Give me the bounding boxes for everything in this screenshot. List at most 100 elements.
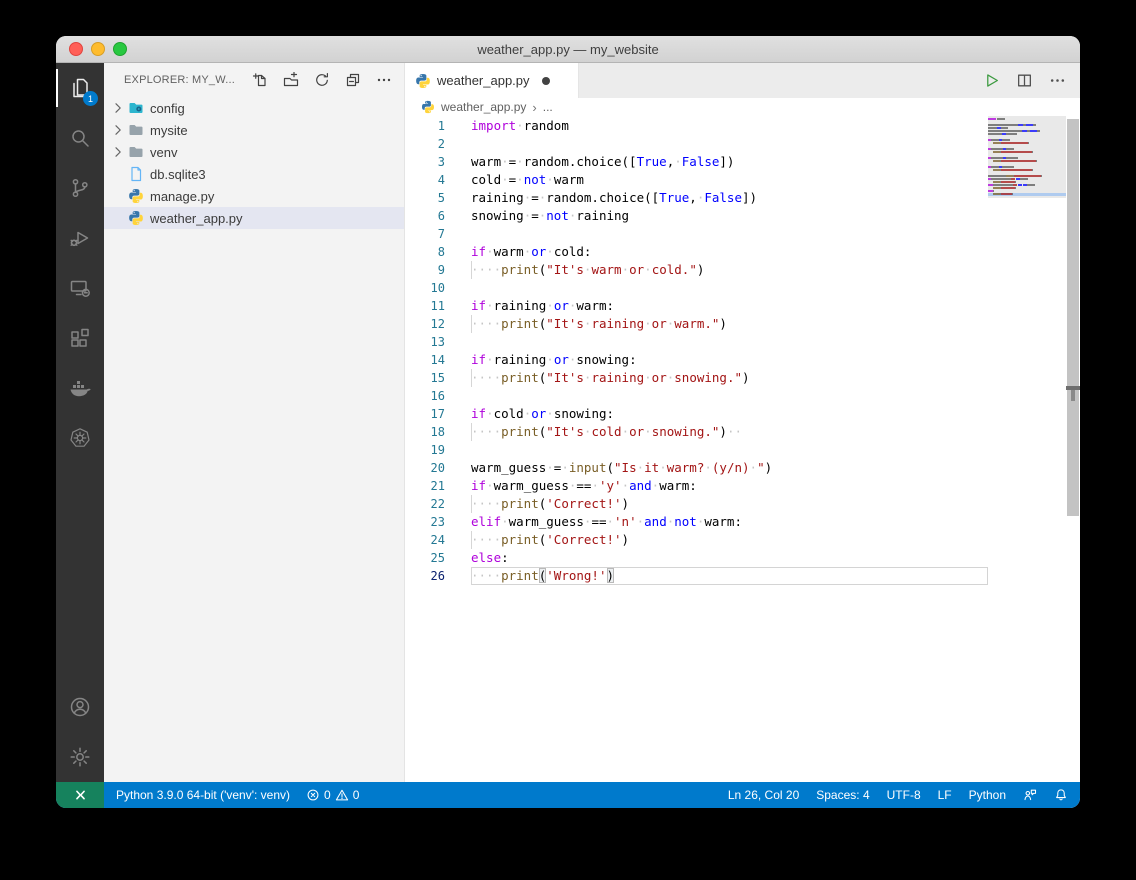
line-number[interactable]: 23	[405, 513, 445, 531]
code-line-2[interactable]: 2	[405, 135, 988, 153]
status-indentation[interactable]: Spaces: 4	[816, 788, 869, 802]
line-number[interactable]: 11	[405, 297, 445, 315]
status-python-interpreter[interactable]: Python 3.9.0 64-bit ('venv': venv)	[116, 788, 290, 802]
activity-remote-explorer[interactable]	[56, 263, 104, 313]
activity-source-control[interactable]	[56, 163, 104, 213]
activity-run-debug[interactable]	[56, 213, 104, 263]
activity-account[interactable]	[56, 682, 104, 732]
code-line-11[interactable]: 11if·raining·or·warm:	[405, 297, 988, 315]
zoom-window-button[interactable]	[113, 42, 127, 56]
activity-explorer[interactable]: 1	[56, 63, 104, 113]
code-line-19[interactable]: 19	[405, 441, 988, 459]
editor-scrollbar[interactable]	[1066, 116, 1080, 782]
code-line-3[interactable]: 3warm·=·random.choice([True,·False])	[405, 153, 988, 171]
status-eol[interactable]: LF	[938, 788, 952, 802]
line-number[interactable]: 3	[405, 153, 445, 171]
activity-settings[interactable]	[56, 732, 104, 782]
new-folder-button[interactable]	[283, 72, 299, 88]
breadcrumb-file[interactable]: weather_app.py	[441, 100, 526, 114]
line-number[interactable]: 6	[405, 207, 445, 225]
code-line-14[interactable]: 14if·raining·or·snowing:	[405, 351, 988, 369]
line-number[interactable]: 16	[405, 387, 445, 405]
tree-item-venv[interactable]: venv	[104, 141, 404, 163]
code-line-1[interactable]: 1import·random	[405, 117, 988, 135]
code-area[interactable]: 1import·random23warm·=·random.choice([Tr…	[405, 116, 988, 782]
tab-weather-app[interactable]: weather_app.py	[405, 63, 579, 98]
line-number[interactable]: 25	[405, 549, 445, 567]
code-line-24[interactable]: 24····print('Correct!')	[405, 531, 988, 549]
code-line-21[interactable]: 21if·warm_guess·==·'y'·and·warm:	[405, 477, 988, 495]
code-line-8[interactable]: 8if·warm·or·cold:	[405, 243, 988, 261]
tree-item-mysite[interactable]: mysite	[104, 119, 404, 141]
tree-item-weather_app.py[interactable]: weather_app.py	[104, 207, 404, 229]
line-number[interactable]: 14	[405, 351, 445, 369]
line-number[interactable]: 26	[405, 567, 445, 585]
status-feedback[interactable]	[1023, 788, 1037, 802]
views-more-actions-button[interactable]	[376, 72, 392, 88]
line-number[interactable]: 18	[405, 423, 445, 441]
code-line-20[interactable]: 20warm_guess·=·input("Is·it·warm?·(y/n)·…	[405, 459, 988, 477]
tree-item-config[interactable]: config	[104, 97, 404, 119]
new-file-button[interactable]	[252, 72, 268, 88]
minimap[interactable]	[988, 116, 1066, 782]
code-line-17[interactable]: 17if·cold·or·snowing:	[405, 405, 988, 423]
line-number[interactable]: 13	[405, 333, 445, 351]
code-line-25[interactable]: 25else:	[405, 549, 988, 567]
status-language-mode[interactable]: Python	[969, 788, 1006, 802]
line-number[interactable]: 15	[405, 369, 445, 387]
activity-kubernetes[interactable]	[56, 413, 104, 463]
line-number[interactable]: 4	[405, 171, 445, 189]
status-problems[interactable]: 00	[306, 788, 359, 802]
collapse-folders-button[interactable]	[345, 72, 361, 88]
code-line-10[interactable]: 10	[405, 279, 988, 297]
activity-search[interactable]	[56, 113, 104, 163]
chevron-spacer	[110, 210, 126, 226]
code-line-15[interactable]: 15····print("It's·raining·or·snowing.")	[405, 369, 988, 387]
run-python-file-button[interactable]	[983, 72, 1000, 89]
line-number[interactable]: 5	[405, 189, 445, 207]
activity-docker[interactable]	[56, 363, 104, 413]
editor-more-actions-button[interactable]	[1049, 72, 1066, 89]
line-number[interactable]: 21	[405, 477, 445, 495]
breadcrumb-more[interactable]: ...	[543, 100, 553, 114]
code-line-5[interactable]: 5raining·=·random.choice([True,·False])	[405, 189, 988, 207]
line-number[interactable]: 1	[405, 117, 445, 135]
line-number[interactable]: 8	[405, 243, 445, 261]
line-number[interactable]: 7	[405, 225, 445, 243]
line-number[interactable]: 9	[405, 261, 445, 279]
dirty-indicator-icon[interactable]	[542, 77, 550, 85]
line-number[interactable]: 24	[405, 531, 445, 549]
close-window-button[interactable]	[69, 42, 83, 56]
code-line-16[interactable]: 16	[405, 387, 988, 405]
chevron-right-icon	[110, 144, 126, 160]
tree-item-manage.py[interactable]: manage.py	[104, 185, 404, 207]
line-number[interactable]: 20	[405, 459, 445, 477]
refresh-explorer-button[interactable]	[314, 72, 330, 88]
scrollbar-thumb[interactable]	[1067, 119, 1079, 516]
line-number[interactable]: 22	[405, 495, 445, 513]
line-number[interactable]: 19	[405, 441, 445, 459]
code-line-4[interactable]: 4cold·=·not·warm	[405, 171, 988, 189]
code-line-22[interactable]: 22····print('Correct!')	[405, 495, 988, 513]
code-line-26[interactable]: 26····print('Wrong!')	[405, 567, 988, 585]
code-line-7[interactable]: 7	[405, 225, 988, 243]
tree-item-db.sqlite3[interactable]: db.sqlite3	[104, 163, 404, 185]
remote-indicator[interactable]	[56, 782, 104, 808]
code-line-12[interactable]: 12····print("It's·raining·or·warm.")	[405, 315, 988, 333]
status-cursor-position[interactable]: Ln 26, Col 20	[728, 788, 799, 802]
activity-extensions[interactable]	[56, 313, 104, 363]
line-number[interactable]: 2	[405, 135, 445, 153]
line-number[interactable]: 12	[405, 315, 445, 333]
code-line-23[interactable]: 23elif·warm_guess·==·'n'·and·not·warm:	[405, 513, 988, 531]
split-editor-button[interactable]	[1016, 72, 1033, 89]
code-line-9[interactable]: 9····print("It's·warm·or·cold.")	[405, 261, 988, 279]
status-notifications[interactable]	[1054, 788, 1068, 802]
refresh-icon	[314, 72, 330, 88]
status-encoding[interactable]: UTF-8	[887, 788, 921, 802]
code-line-18[interactable]: 18····print("It's·cold·or·snowing.")··	[405, 423, 988, 441]
line-number[interactable]: 17	[405, 405, 445, 423]
line-number[interactable]: 10	[405, 279, 445, 297]
code-line-6[interactable]: 6snowing·=·not·raining	[405, 207, 988, 225]
code-line-13[interactable]: 13	[405, 333, 988, 351]
minimize-window-button[interactable]	[91, 42, 105, 56]
